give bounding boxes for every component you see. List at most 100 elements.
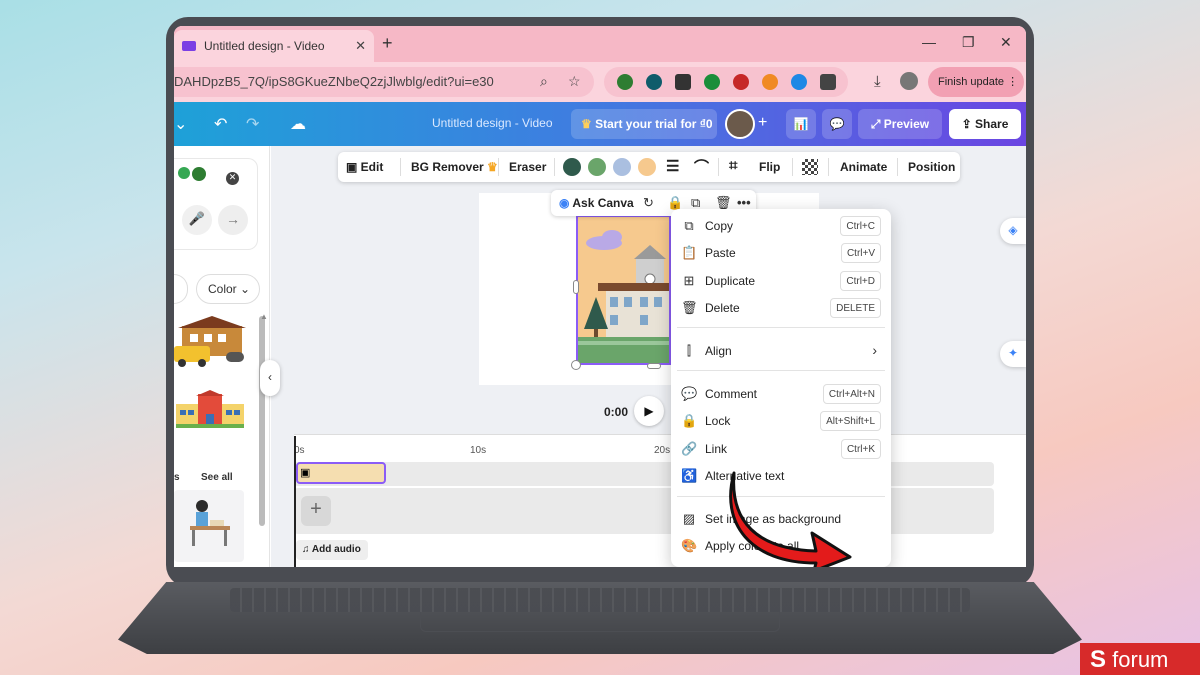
extension-icon-4[interactable] [703,74,720,90]
extensions-puzzle-icon[interactable] [819,74,836,90]
forum-logo: S forum [1080,643,1200,675]
comments-button[interactable]: 💬 [822,109,852,139]
color-filter-label: Color [208,282,237,296]
user-avatar[interactable] [725,109,755,139]
menu-item-paste[interactable]: 📋 Paste Ctrl+V [671,240,891,266]
magic-side-button[interactable]: ✦ [1000,341,1026,367]
grammarly-extension-icon[interactable] [616,74,633,90]
canva-logo-icon: ◉ [559,196,573,210]
search-icon[interactable]: ⌕ [540,73,548,90]
cloud-saved-icon[interactable]: ☁ [290,114,306,134]
extension-icon-7[interactable] [790,74,807,90]
laptop-touchpad [420,612,780,632]
new-tab-button[interactable]: + [382,33,393,54]
ask-canva-label: Ask Canva [572,196,634,210]
comment-icon: 💬 [681,386,698,401]
comment-add-icon[interactable]: ↻ [643,195,654,211]
graphic-card[interactable] [174,490,244,562]
filter-pill[interactable] [174,274,188,304]
add-audio-button[interactable]: ♫ Add audio [296,540,368,560]
microphone-icon[interactable]: 🎤 [182,205,212,235]
menu-item-duplicate[interactable]: ⊞ Duplicate Ctrl+D [671,268,891,294]
undo-icon[interactable]: ↶ [214,114,227,134]
color-swatch-peach[interactable] [638,158,656,176]
start-trial-button[interactable]: ♛ Start your trial for ₫0 [571,109,717,139]
address-bar[interactable]: DAHDpzB5_7Q/ipS8GKueZNbeQ2zjJlwblg/edit?… [174,67,594,97]
tab-close-icon[interactable]: ✕ [355,38,366,54]
menu-label: Comment [705,387,758,401]
submit-arrow-icon[interactable]: → [218,205,248,235]
layers-side-button[interactable]: ◈ [1000,218,1026,244]
flip-button[interactable]: Flip [759,160,780,174]
animate-button[interactable]: Animate [840,160,887,174]
chevron-down-icon[interactable]: ⌄ [174,114,187,134]
menu-item-comment[interactable]: 💬 Comment Ctrl+Alt+N [671,381,891,407]
laptop-keyboard [230,588,970,612]
window-minimize-button[interactable]: — [922,34,936,50]
resize-handle-bottom[interactable] [647,363,661,369]
finish-update-button[interactable]: Finish update ⋮ [928,67,1024,97]
extension-icon-2[interactable] [645,74,662,90]
menu-item-align[interactable]: ⫿ Align › [671,338,891,364]
selected-image-element[interactable] [576,215,671,365]
collapse-panel-button[interactable]: ‹ [260,360,280,396]
left-side-panel: ✕ 🎤 → Color ⌄ s See all ▲ [174,146,270,567]
transparency-icon[interactable] [802,159,818,175]
corner-rounding-icon[interactable]: ⌒ [694,156,709,177]
redo-icon[interactable]: ↷ [246,114,259,134]
toolbar-divider [792,158,793,176]
crop-icon[interactable]: ⌗ [729,157,737,174]
menu-shortcut: Ctrl+D [840,271,881,291]
more-menu-icon[interactable]: ⋮ [1007,76,1018,88]
see-all-link[interactable]: See all [201,472,233,483]
add-page-button[interactable]: + [301,496,331,526]
play-button[interactable]: ▶ [634,396,664,426]
extension-icon-6[interactable] [761,74,778,90]
panel-scrollbar[interactable] [259,316,265,526]
share-button[interactable]: ⇪ Share [949,109,1021,139]
timeline-playhead[interactable] [294,436,296,567]
analytics-button[interactable]: 📊 [786,109,816,139]
resize-handle-left[interactable] [573,280,579,294]
window-close-button[interactable]: ✕ [1000,34,1012,51]
red-arrow-annotation [729,471,852,567]
download-icon[interactable]: ⤓ [874,73,881,90]
border-style-icon[interactable]: ☰ [666,157,679,175]
color-swatch-green[interactable] [588,158,606,176]
menu-label: Copy [705,219,734,233]
resize-handle-bottom-left[interactable] [571,360,581,370]
bg-remover-button[interactable]: BG Remover ♛ [411,160,498,174]
edit-image-button[interactable]: ▣ Edit [346,160,383,174]
chevron-left-icon: ‹ [268,370,272,384]
color-swatch-light-blue[interactable] [613,158,631,176]
scroll-up-icon[interactable]: ▲ [260,312,268,321]
browser-tab[interactable]: Untitled design - Video ✕ [174,30,374,62]
menu-item-copy[interactable]: ⧉ Copy Ctrl+C [671,213,891,239]
video-clip[interactable]: ▣ [296,462,386,484]
school-building-graphic[interactable] [176,390,244,430]
delete-icon: 🗑 [681,300,698,315]
close-icon[interactable]: ✕ [226,172,239,185]
extension-icon-3[interactable] [674,74,691,90]
document-title[interactable]: Untitled design - Video [432,116,553,130]
school-illustration-graphic [578,217,669,363]
add-collaborator-icon[interactable]: + [758,114,767,132]
profile-avatar[interactable] [900,72,918,90]
menu-item-delete[interactable]: 🗑 Delete DELETE [671,295,891,321]
school-building-bus-graphic[interactable] [174,316,246,372]
menu-label: Align [705,344,732,358]
color-filter-button[interactable]: Color ⌄ [196,274,260,304]
menu-item-lock[interactable]: 🔒 Lock Alt+Shift+L [671,408,891,434]
extension-icon-5[interactable] [732,74,749,90]
menu-item-link[interactable]: 🔗 Link Ctrl+K [671,436,891,462]
position-button[interactable]: Position [908,160,955,174]
bookmark-star-icon[interactable]: ☆ [568,73,581,90]
color-swatch-dark-green[interactable] [563,158,581,176]
ask-canva-button[interactable]: ◉ Ask Canva [559,196,634,210]
window-maximize-button[interactable]: ❐ [962,34,975,51]
crown-icon: ♛ [483,160,498,174]
eraser-button[interactable]: Eraser [509,160,546,174]
more-options-icon[interactable]: ••• [737,195,751,210]
preview-button[interactable]: ⤢ Preview [858,109,942,139]
toolbar-divider [828,158,829,176]
